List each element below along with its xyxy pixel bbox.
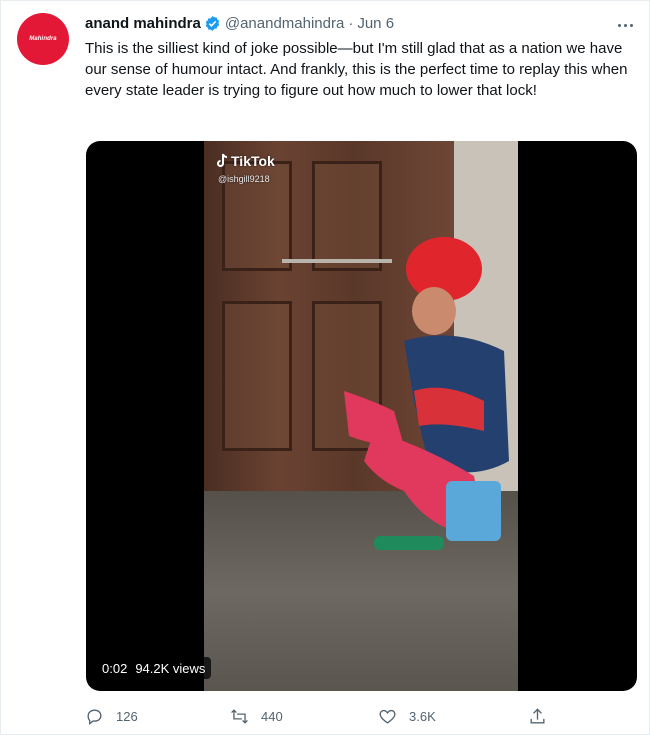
share-button[interactable] (528, 704, 559, 728)
verified-badge-icon (204, 15, 221, 32)
heart-icon (379, 709, 396, 724)
tiktok-icon (216, 153, 228, 169)
tweet-header: anand mahindra @anandmahindra · Jun 6 (85, 15, 394, 32)
video-player[interactable]: TikTok @ishgill9218 0:02 94.2K views (86, 141, 637, 691)
author-name[interactable]: anand mahindra (85, 15, 201, 32)
action-bar: 126 440 3.6K (85, 704, 565, 728)
person-illustration (344, 237, 509, 550)
like-count: 3.6K (409, 708, 436, 724)
tiktok-label: TikTok (231, 153, 275, 169)
reply-button[interactable]: 126 (85, 704, 138, 728)
video-time-badge: 0:02 94.2K views (96, 657, 212, 679)
mahindra-logo: Mahindra (29, 36, 57, 42)
more-dots-icon[interactable] (613, 13, 637, 37)
tweet-date[interactable]: Jun 6 (357, 15, 394, 32)
separator: · (348, 15, 354, 32)
tiktok-watermark: TikTok (216, 153, 275, 169)
tiktok-username: @ishgill9218 (218, 174, 270, 184)
tweet-card: Mahindra anand mahindra @anandmahindra ·… (0, 0, 650, 735)
like-button[interactable]: 3.6K (378, 704, 436, 728)
share-icon (530, 707, 545, 724)
reply-icon (87, 708, 102, 725)
retweet-button[interactable]: 440 (230, 704, 283, 728)
retweet-icon (231, 708, 248, 724)
video-elapsed: 0:02 (102, 660, 128, 676)
video-views: 94.2K views (135, 660, 206, 676)
author-handle[interactable]: @anandmahindra (225, 15, 344, 32)
retweet-count: 440 (261, 708, 283, 724)
avatar[interactable]: Mahindra (17, 13, 69, 65)
tweet-text: This is the silliest kind of joke possib… (85, 40, 628, 99)
video-frame: TikTok @ishgill9218 (204, 141, 518, 691)
reply-count: 126 (116, 708, 138, 724)
